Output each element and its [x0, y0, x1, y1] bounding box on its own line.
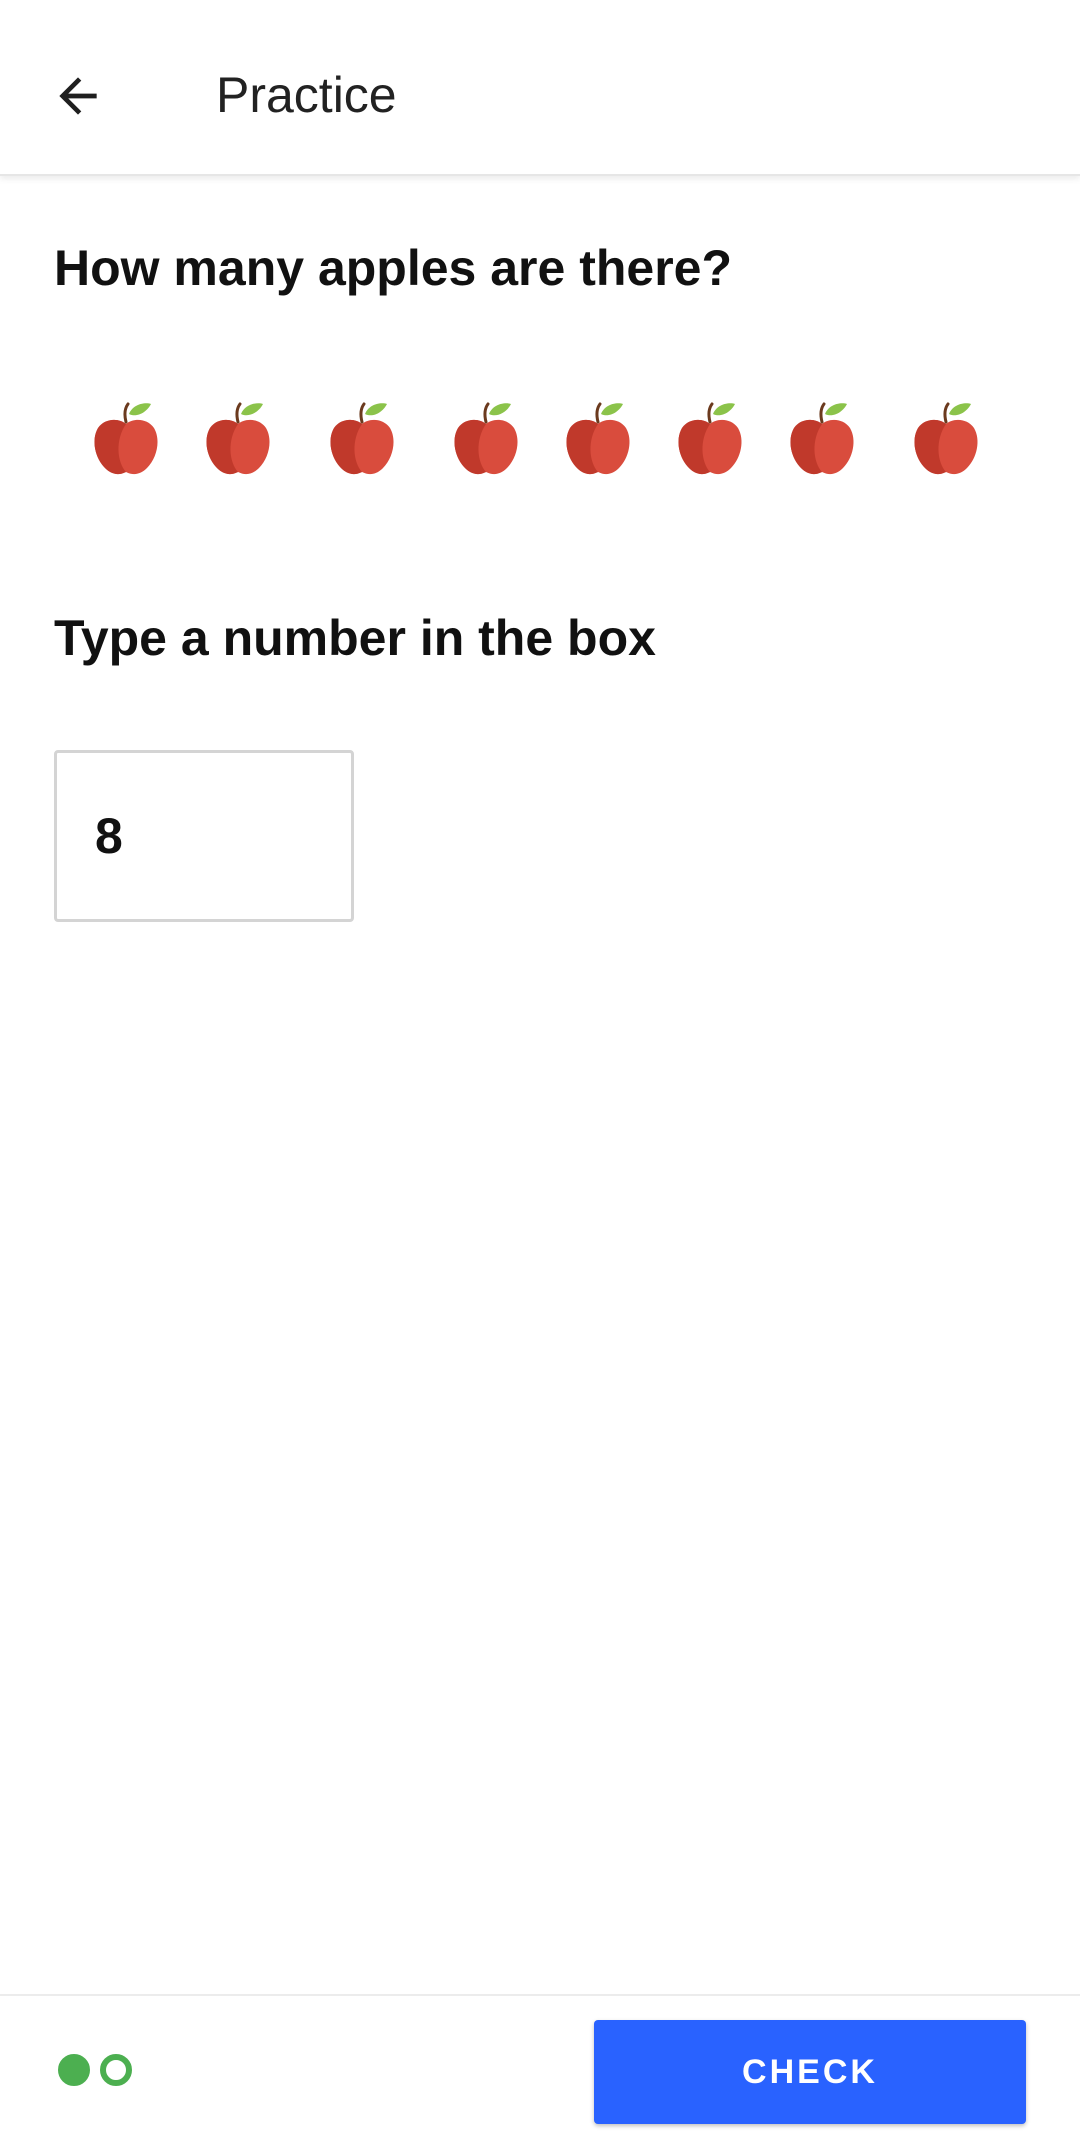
apple-icon [451, 400, 521, 478]
app-bar: Practice [0, 0, 1080, 176]
answer-input[interactable]: 8 [54, 750, 354, 922]
apple-icon [911, 400, 981, 478]
arrow-back-icon [59, 77, 97, 115]
apple-icon [787, 400, 857, 478]
question-text: How many apples are there? [54, 240, 733, 296]
apple-icon [203, 400, 273, 478]
progress-indicator [58, 2054, 132, 2086]
practice-screen: Practice How many apples are there? Type… [0, 0, 1080, 2145]
instruction-text: Type a number in the box [54, 610, 656, 666]
progress-dot-completed [58, 2054, 90, 2086]
apple-icon [91, 400, 161, 478]
apple-icon [327, 400, 397, 478]
apple-icon [563, 400, 633, 478]
apple-icon [675, 400, 745, 478]
page-title: Practice [216, 67, 397, 123]
progress-dot-pending [100, 2054, 132, 2086]
apple-row [0, 400, 1080, 480]
check-button[interactable]: CHECK [594, 2020, 1026, 2124]
bottom-bar: CHECK [0, 1994, 1080, 2145]
back-button[interactable] [30, 48, 126, 144]
